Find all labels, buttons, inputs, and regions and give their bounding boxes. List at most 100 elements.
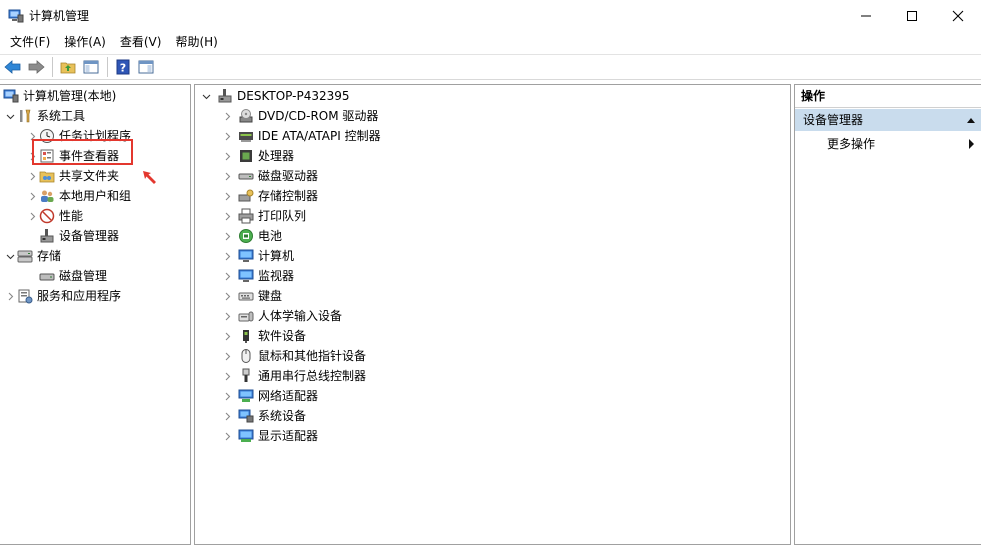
- chevron-right-icon[interactable]: [220, 146, 234, 166]
- device-category-row[interactable]: 通用串行总线控制器: [220, 366, 366, 386]
- tree-label: 存储: [37, 249, 62, 263]
- display-adapter-icon: [238, 429, 254, 442]
- chevron-right-icon[interactable]: [220, 326, 234, 346]
- system-device-icon: [238, 409, 254, 423]
- show-hide-tree-icon: [83, 60, 99, 74]
- chevron-right-icon[interactable]: [25, 166, 39, 186]
- chevron-right-icon[interactable]: [220, 166, 234, 186]
- device-category-row[interactable]: 存储控制器: [220, 186, 318, 206]
- tree-item-device-manager[interactable]: 设备管理器: [39, 226, 119, 246]
- printer-icon: [238, 208, 254, 224]
- show-hide-action-pane-button[interactable]: [135, 56, 157, 78]
- computer-name: DESKTOP-P432395: [237, 89, 350, 103]
- storage-controller-icon: [238, 189, 254, 202]
- tree-item-shared-folders[interactable]: 共享文件夹: [25, 166, 119, 186]
- computer-root-icon: [218, 89, 232, 103]
- close-button[interactable]: [935, 0, 981, 31]
- device-category-row[interactable]: 系统设备: [220, 406, 306, 426]
- actions-section-device-manager[interactable]: 设备管理器: [795, 109, 981, 131]
- tree-item-system-tools[interactable]: 系统工具: [3, 106, 85, 126]
- device-category-row[interactable]: 打印队列: [220, 206, 306, 226]
- hid-icon: [238, 311, 254, 322]
- tree-item-storage[interactable]: 存储: [3, 246, 61, 266]
- menu-file[interactable]: 文件(F): [3, 31, 57, 53]
- menu-action[interactable]: 操作(A): [57, 31, 113, 53]
- up-level-button[interactable]: [57, 56, 79, 78]
- chevron-right-icon[interactable]: [220, 286, 234, 306]
- tree-item-local-users[interactable]: 本地用户和组: [25, 186, 131, 206]
- minimize-button[interactable]: [843, 0, 889, 31]
- menu-bar: 文件(F) 操作(A) 查看(V) 帮助(H): [0, 31, 981, 53]
- tree-item-disk-management[interactable]: 磁盘管理: [39, 266, 107, 286]
- chevron-right-icon[interactable]: [220, 426, 234, 446]
- software-device-icon: [243, 330, 249, 343]
- usb-icon: [242, 368, 250, 382]
- device-category-row[interactable]: 鼠标和其他指针设备: [220, 346, 366, 366]
- device-category-label: 监视器: [258, 269, 295, 283]
- back-button[interactable]: [2, 56, 24, 78]
- actions-pane: 操作 设备管理器 更多操作: [794, 84, 981, 545]
- device-category-row[interactable]: 磁盘驱动器: [220, 166, 318, 186]
- device-category-label: 通用串行总线控制器: [258, 369, 367, 383]
- tree-item-performance[interactable]: 性能: [25, 206, 83, 226]
- chevron-right-icon[interactable]: [25, 206, 39, 226]
- show-hide-tree-button[interactable]: [80, 56, 102, 78]
- device-category-row[interactable]: 软件设备: [220, 326, 306, 346]
- tree-item-services-apps[interactable]: 服务和应用程序: [3, 286, 121, 306]
- chevron-right-icon[interactable]: [220, 126, 234, 146]
- chevron-right-icon[interactable]: [220, 186, 234, 206]
- device-category-label: 电池: [258, 229, 283, 243]
- chevron-right-icon[interactable]: [220, 226, 234, 246]
- monitor-icon: [238, 269, 254, 282]
- ide-controller-icon: [239, 132, 253, 142]
- device-category-row[interactable]: DVD/CD-ROM 驱动器: [220, 106, 378, 126]
- storage-icon: [17, 250, 33, 263]
- tree-label: 性能: [59, 209, 84, 223]
- menu-view[interactable]: 查看(V): [113, 31, 169, 53]
- chevron-right-icon[interactable]: [220, 306, 234, 326]
- tree-item-root[interactable]: 计算机管理(本地): [3, 86, 116, 106]
- mouse-icon: [241, 349, 251, 363]
- chevron-down-icon[interactable]: [199, 86, 213, 106]
- highlight-annotation: [32, 139, 133, 165]
- device-category-row[interactable]: 网络适配器: [220, 386, 318, 406]
- forward-arrow-icon: [28, 60, 45, 74]
- tree-label: 服务和应用程序: [37, 289, 122, 303]
- more-actions-item[interactable]: 更多操作: [795, 133, 981, 155]
- tree-label: 磁盘管理: [59, 269, 108, 283]
- device-category-row[interactable]: 电池: [220, 226, 282, 246]
- device-category-row[interactable]: 键盘: [220, 286, 282, 306]
- forward-button[interactable]: [25, 56, 47, 78]
- help-button[interactable]: ?: [112, 56, 134, 78]
- chevron-down-icon[interactable]: [3, 106, 17, 126]
- maximize-button[interactable]: [889, 0, 935, 31]
- chevron-right-icon[interactable]: [220, 106, 234, 126]
- device-category-row[interactable]: 显示适配器: [220, 426, 318, 446]
- chevron-right-icon[interactable]: [220, 346, 234, 366]
- dvd-drive-icon: [239, 109, 253, 123]
- device-tree-root[interactable]: DESKTOP-P432395: [199, 86, 350, 106]
- back-arrow-icon: [4, 60, 21, 74]
- device-category-row[interactable]: 监视器: [220, 266, 294, 286]
- chevron-right-icon[interactable]: [220, 246, 234, 266]
- tree-label: 计算机管理(本地): [23, 89, 117, 103]
- chevron-right-icon[interactable]: [220, 206, 234, 226]
- disk-management-icon: [39, 273, 55, 281]
- chevron-right-icon[interactable]: [25, 186, 39, 206]
- device-category-row[interactable]: 计算机: [220, 246, 294, 266]
- device-category-label: 软件设备: [258, 329, 307, 343]
- device-category-row[interactable]: IDE ATA/ATAPI 控制器: [220, 126, 381, 146]
- chevron-right-icon[interactable]: [220, 366, 234, 386]
- device-category-row[interactable]: 人体学输入设备: [220, 306, 342, 326]
- device-list-pane: DESKTOP-P432395 DVD/CD-ROM 驱动器 IDE ATA/AT…: [194, 84, 791, 545]
- computer-icon: [238, 249, 254, 262]
- menu-help[interactable]: 帮助(H): [168, 31, 224, 53]
- keyboard-icon: [238, 292, 254, 301]
- chevron-down-icon[interactable]: [3, 246, 17, 266]
- device-category-label: 人体学输入设备: [258, 309, 343, 323]
- chevron-right-icon[interactable]: [220, 386, 234, 406]
- device-category-row[interactable]: 处理器: [220, 146, 294, 166]
- chevron-right-icon[interactable]: [220, 266, 234, 286]
- chevron-right-icon[interactable]: [220, 406, 234, 426]
- chevron-right-icon[interactable]: [3, 286, 17, 306]
